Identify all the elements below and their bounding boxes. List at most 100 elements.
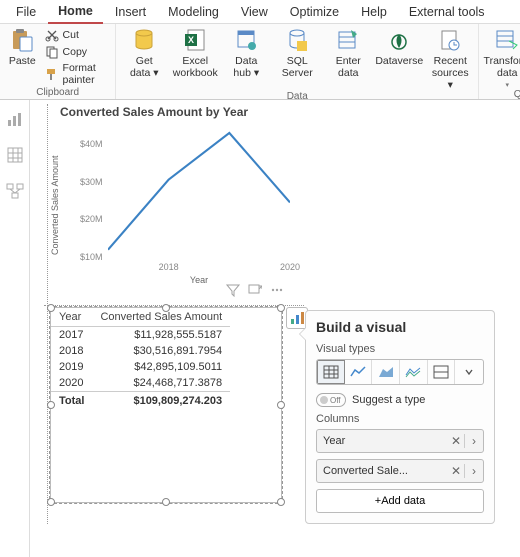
selection-handle[interactable] [162, 498, 170, 506]
model-view-button[interactable] [6, 182, 24, 200]
y-tick: $30M [80, 177, 103, 187]
suggest-label: Suggest a type [352, 394, 425, 406]
sql-server-button[interactable]: SQLServer [275, 27, 319, 79]
guide-vertical [47, 104, 48, 524]
menu-tab-external-tools[interactable]: External tools [399, 1, 495, 23]
format-painter-button[interactable]: Format painter [43, 61, 110, 87]
enter-data-button[interactable]: Enterdata [326, 27, 370, 79]
y-tick: $40M [80, 139, 103, 149]
ribbon-button-label: Enterdata [336, 55, 361, 79]
visual-type-line[interactable] [345, 360, 373, 384]
visual-type-ribbon[interactable] [400, 360, 428, 384]
x-axis-label: Year [190, 275, 208, 285]
ribbon-group-label: Clipboard [6, 87, 109, 99]
paste-button[interactable]: Paste [6, 27, 39, 67]
total-label: Total [51, 392, 92, 410]
left-nav-rail [0, 100, 30, 557]
menu-tab-home[interactable]: Home [48, 0, 103, 24]
menu-tab-optimize[interactable]: Optimize [280, 1, 349, 23]
visual-type-area[interactable] [372, 360, 400, 384]
get-data-button[interactable]: Getdata ▾ [122, 27, 166, 79]
plot-area: Year 20182020 [108, 125, 290, 257]
suggest-state: Off [330, 396, 341, 405]
report-canvas: Converted Sales Amount by Year Converted… [30, 100, 520, 557]
ribbon-button-label: SQLServer [282, 55, 313, 79]
copy-label: Copy [63, 46, 88, 58]
table-row[interactable]: 2020$24,468,717.3878 [51, 375, 230, 392]
ribbon-button-label: Excelworkbook [173, 55, 218, 79]
menu-tab-view[interactable]: View [231, 1, 278, 23]
table-row[interactable]: 2017$11,928,555.5187 [51, 327, 230, 344]
selection-handle[interactable] [277, 498, 285, 506]
ribbon-button-label: Datahub ▾ [233, 55, 259, 79]
more-options-icon[interactable] [270, 283, 284, 297]
field-menu-icon[interactable]: › [465, 464, 483, 478]
y-tick: $20M [80, 214, 103, 224]
y-tick: $10M [80, 252, 103, 262]
cut-button[interactable]: Cut [43, 27, 110, 43]
field-menu-icon[interactable]: › [465, 434, 483, 448]
table-row[interactable]: 2018$30,516,891.7954 [51, 343, 230, 359]
format-painter-label: Format painter [63, 62, 108, 86]
suggest-toggle[interactable]: Off [316, 393, 346, 407]
line-chart-visual[interactable]: Converted Sales Amount by Year Converted… [60, 105, 290, 295]
selection-handle[interactable] [47, 304, 55, 312]
dataverse-button[interactable]: Dataverse [377, 27, 421, 67]
data-hub-button[interactable]: Datahub ▾ [224, 27, 268, 79]
pane-caret [299, 327, 306, 341]
ribbon-button-label: Getdata ▾ [130, 55, 159, 79]
excel-icon: X [182, 27, 208, 53]
selection-handle[interactable] [47, 498, 55, 506]
x-tick: 2020 [280, 262, 300, 272]
copy-button[interactable]: Copy [43, 44, 110, 60]
add-data-button[interactable]: +Add data [316, 489, 484, 513]
transform-data-button[interactable]: Transform data ▾ [485, 27, 520, 89]
field-well-item[interactable]: Year✕› [316, 429, 484, 453]
menu-tab-file[interactable]: File [6, 1, 46, 23]
menu-tab-help[interactable]: Help [351, 1, 397, 23]
dataverse-icon [386, 27, 412, 53]
cell-amount: $42,895,109.5011 [92, 359, 230, 375]
focus-mode-icon[interactable] [248, 283, 262, 297]
selection-handle[interactable] [47, 401, 55, 409]
cell-amount: $11,928,555.5187 [92, 327, 230, 344]
columns-label: Columns [316, 413, 484, 425]
field-name: Year [317, 435, 448, 447]
datahub-icon [233, 27, 259, 53]
cell-year: 2019 [51, 359, 92, 375]
pane-title: Build a visual [316, 319, 484, 335]
table-row[interactable]: 2019$42,895,109.5011 [51, 359, 230, 375]
build-visual-pane: Build a visual Visual types Off Suggest … [305, 310, 495, 524]
guide-horizontal [44, 305, 304, 306]
selection-handle[interactable] [277, 401, 285, 409]
menu-tab-modeling[interactable]: Modeling [158, 1, 229, 23]
ribbon: Paste Cut Copy Format painter Clipboard … [0, 24, 520, 100]
report-view-button[interactable] [6, 110, 24, 128]
visual-toolbar [226, 283, 284, 297]
field-well-item[interactable]: Converted Sale...✕› [316, 459, 484, 483]
ribbon-button-label: Recentsources ▾ [428, 55, 472, 91]
column-header[interactable]: Converted Sales Amount [92, 308, 230, 327]
transform-label: Transform data [484, 55, 520, 79]
column-header[interactable]: Year [51, 308, 92, 327]
y-axis-label: Converted Sales Amount [50, 155, 60, 255]
ribbon-group-queries: Transform data ▾ Refresh Queries [479, 24, 520, 99]
remove-field-icon[interactable]: ✕ [448, 434, 464, 448]
selection-handle[interactable] [277, 304, 285, 312]
visual-type-more[interactable] [455, 360, 483, 384]
cylinder-icon [131, 27, 157, 53]
remove-field-icon[interactable]: ✕ [448, 464, 464, 478]
recent-sources-button[interactable]: Recentsources ▾ [428, 27, 472, 91]
menu-tab-insert[interactable]: Insert [105, 1, 156, 23]
filter-icon[interactable] [226, 283, 240, 297]
visual-type-stacked[interactable] [428, 360, 456, 384]
excel-workbook-button[interactable]: XExcelworkbook [173, 27, 217, 79]
data-view-button[interactable] [6, 146, 24, 164]
selection-handle[interactable] [162, 304, 170, 312]
cell-amount: $24,468,717.3878 [92, 375, 230, 392]
cell-year: 2018 [51, 343, 92, 359]
cell-year: 2020 [51, 375, 92, 392]
visual-type-table[interactable] [317, 360, 345, 384]
x-tick: 2018 [159, 262, 179, 272]
table-visual[interactable]: Year Converted Sales Amount 2017$11,928,… [50, 307, 282, 503]
